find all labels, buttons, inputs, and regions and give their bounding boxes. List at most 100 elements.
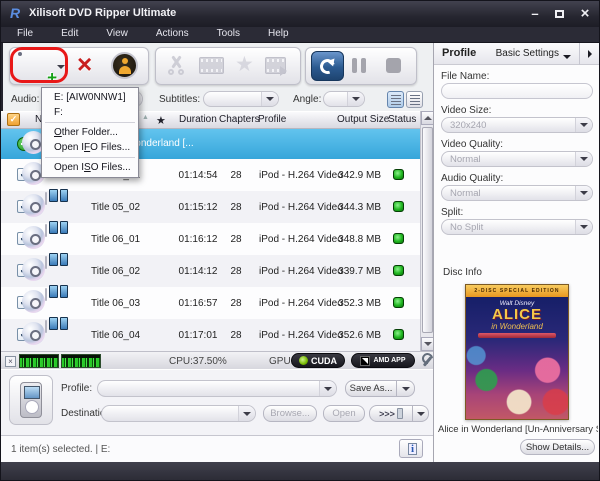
profile-select[interactable] [97,380,337,397]
menu-edit[interactable]: Edit [53,27,98,42]
amd-label: AMD APP [373,357,406,364]
video-size-value: 320x240 [450,119,487,131]
cell-output-size: 348.8 MB [338,234,381,245]
cell-duration: 01:17:01 [178,330,218,341]
transfer-dropdown-button[interactable] [413,405,429,422]
close-icon: × [580,5,590,22]
cell-chapters: 28 [230,298,242,309]
save-as-dropdown-button[interactable] [397,380,415,397]
browse-button: Browse... [263,405,317,422]
save-as-label: Save As... [349,383,393,394]
column-header-favorite-icon[interactable]: ★ [156,114,166,127]
maximize-button[interactable] [547,5,571,22]
delete-button[interactable]: × [77,51,92,78]
basic-settings-arrow-icon[interactable] [563,55,571,63]
menu-file[interactable]: File [9,27,53,42]
profile-panel: Profile Basic Settings File Name: Video … [433,43,599,462]
window-title: Xilisoft DVD Ripper Ultimate [29,7,177,19]
maximize-icon [554,9,564,18]
table-row[interactable]: ✓ Title 06_03 01:16:57 28 iPod - H.264 V… [1,285,420,319]
select-all-checkbox[interactable]: ✓ [7,113,20,126]
cell-duration: 01:16:57 [178,298,218,309]
export-clip-button [265,57,287,76]
video-quality-select: Normal [441,151,593,167]
convert-button[interactable] [311,51,344,81]
menu-view[interactable]: View [98,27,148,42]
video-quality-value: Normal [450,153,481,165]
person-button[interactable] [111,52,138,79]
device-button[interactable] [9,375,53,425]
angle-select[interactable] [323,91,365,107]
menu-item-open-ifo[interactable]: Open IFO Files... [42,140,138,155]
cuda-toggle-button[interactable]: CUDA [291,353,345,368]
effects-button: ★ [235,54,254,76]
subtitles-select[interactable] [203,91,279,107]
meter-close-button[interactable]: × [5,356,16,367]
cover-banner-text: 2-DISC SPECIAL EDITION [466,285,568,297]
gpu-activity-meter [61,354,101,368]
info-button[interactable]: i [399,439,423,458]
minimize-button[interactable]: – [523,5,547,22]
scissors-icon [165,55,187,75]
save-as-button[interactable]: Save As... [345,380,397,397]
menu-help[interactable]: Help [260,27,309,42]
person-icon [111,52,138,79]
window-footer [1,462,599,480]
angle-label: Angle: [293,94,322,105]
video-thumbnail-icon [22,189,68,217]
video-thumbnail-icon [22,317,68,345]
collapse-panel-button[interactable] [579,43,599,65]
cpu-activity-meter [19,354,59,368]
view-thumbnail-button[interactable] [406,91,423,108]
view-detail-button[interactable] [387,91,404,108]
scroll-up-icon [423,112,432,120]
subtitles-label: Subtitles: [159,94,201,105]
column-header-chapters[interactable]: Chapters [219,114,260,125]
audio-quality-label: Audio Quality: [441,173,504,184]
table-row[interactable]: ✓ Title 05_02 01:15:12 28 iPod - H.264 V… [1,189,420,223]
info-icon: i [410,442,415,455]
meter-close-icon: × [8,357,13,366]
cuda-label: CUDA [311,355,337,366]
basic-settings-dropdown[interactable]: Basic Settings [496,48,559,59]
transfer-to-device-button[interactable]: >>> [369,405,413,422]
menu-item-drive-e[interactable]: E: [AIW0NNW1] [42,90,138,105]
transfer-chevrons: >>> [379,408,395,419]
gpu-label: GPU: [269,356,294,367]
menu-item-drive-f[interactable]: F: [42,105,138,120]
destination-select[interactable] [101,405,256,422]
scrollbar-thumb[interactable] [422,127,433,333]
cell-output-size: 344.3 MB [338,202,381,213]
cell-chapters: 28 [230,202,242,213]
menu-item-open-iso[interactable]: Open ISO Files... [42,160,138,175]
stop-button [386,58,401,73]
split-select: No Split [441,219,593,235]
table-row[interactable]: ✓ Title 06_01 01:16:12 28 iPod - H.264 V… [1,221,420,255]
table-row[interactable]: ✓ Title 06_02 01:14:12 28 iPod - H.264 V… [1,253,420,287]
browse-label: Browse... [270,408,310,419]
panel-title: Profile [442,47,477,59]
menu-item-other-folder[interactable]: Other Folder... [42,125,138,140]
sort-asc-icon[interactable]: ▲ [142,114,149,121]
cell-name: Title 06_03 [91,298,141,309]
status-ready-icon [393,329,404,340]
cell-chapters: 28 [230,234,242,245]
column-header-output-size[interactable]: Output Size [337,114,389,125]
amd-app-toggle-button[interactable]: AMD APP [351,353,415,368]
menu-tools[interactable]: Tools [209,27,260,42]
menu-separator [45,122,135,123]
cell-name: Title 05_02 [91,202,141,213]
column-header-duration[interactable]: Duration [179,114,217,125]
file-name-input[interactable] [441,83,593,99]
table-row[interactable]: ✓ Title 06_04 01:17:01 28 iPod - H.264 V… [1,317,420,351]
menu-actions[interactable]: Actions [148,27,209,42]
show-details-button[interactable]: Show Details... [520,439,595,455]
column-header-profile[interactable]: Profile [258,114,286,125]
menu-separator [45,157,135,158]
table-scrollbar[interactable] [420,111,434,351]
close-button[interactable]: × [573,5,597,22]
cell-name: Title 06_01 [91,234,141,245]
column-header-status[interactable]: Status [388,114,416,125]
dvd-cover-image: 2-DISC SPECIAL EDITION Walt Disney ALICE… [465,284,569,420]
menu-bar: File Edit View Actions Tools Help [1,27,599,43]
